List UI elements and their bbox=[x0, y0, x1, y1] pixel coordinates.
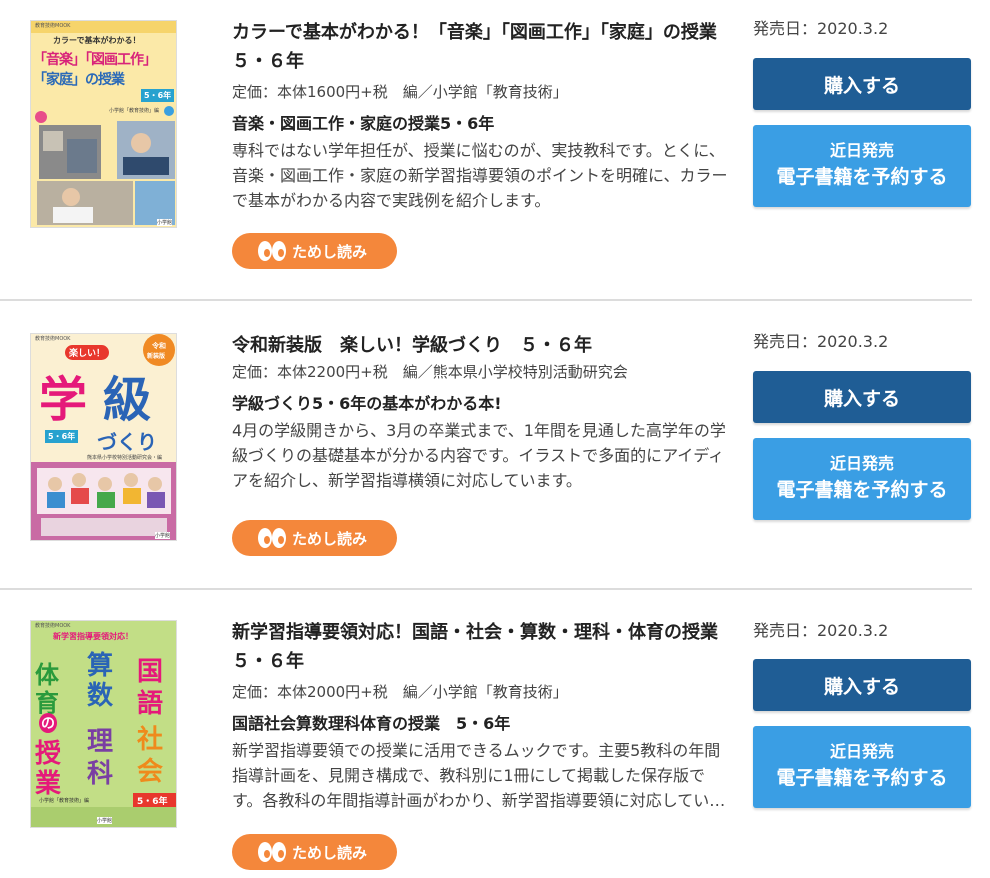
cover-char-kai: 会 bbox=[137, 757, 164, 787]
trial-read-label: ためし読み bbox=[292, 242, 368, 261]
cover-series: 教育技術MOOK bbox=[35, 336, 71, 342]
cover-char-ka: 科 bbox=[87, 759, 114, 789]
book-price: 定価：本体2200円+税 編／熊本県小学校特別活動研究会 bbox=[232, 363, 628, 381]
cover-grade: 5・6年 bbox=[45, 430, 79, 443]
book-info: カラーで基本がわかる！「音楽」「図画工作」「家庭」の授業５・６年 定価：本体16… bbox=[232, 18, 732, 213]
eyes-icon bbox=[258, 842, 286, 862]
book-actions: 発売日：2020.3.2 購入する 近日発売 電子書籍を予約する bbox=[753, 331, 971, 520]
book-info: 令和新装版 楽しい！学級づくり ５・６年 定価：本体2200円+税 編／熊本県小… bbox=[232, 331, 732, 493]
book-title[interactable]: 令和新装版 楽しい！学級づくり ５・６年 bbox=[232, 331, 732, 360]
cover-publisher: 小学館 bbox=[157, 219, 173, 226]
book-title[interactable]: カラーで基本がわかる！「音楽」「図画工作」「家庭」の授業５・６年 bbox=[232, 18, 732, 76]
trial-read-button[interactable]: ためし読み bbox=[232, 520, 397, 556]
book-title[interactable]: 新学習指導要領対応！国語・社会・算数・理科・体育の授業５・６年 bbox=[232, 618, 732, 676]
ebook-reserve-button[interactable]: 近日発売 電子書籍を予約する bbox=[753, 438, 971, 520]
cover-series: 教育技術MOOK bbox=[35, 623, 71, 629]
book-subtitle: 音楽・図画工作・家庭の授業5・6年 bbox=[232, 114, 495, 133]
release-date: 発売日：2020.3.2 bbox=[753, 621, 889, 640]
divider bbox=[0, 299, 972, 301]
cover-badge-fun: 楽しい！ bbox=[65, 345, 110, 360]
cover-title-char-1: 学 bbox=[39, 372, 88, 428]
book-description: 専科ではない学年担任が、授業に悩むのが、実技教科です。とくに、音楽・図画工作・家… bbox=[232, 141, 728, 210]
book-actions: 発売日：2020.3.2 購入する 近日発売 電子書籍を予約する bbox=[753, 18, 971, 207]
book-cover-image[interactable]: 教育技術MOOK 新学習指導要領対応！ 体 育 算 数 国 語 の 授 業 理 … bbox=[30, 620, 177, 828]
cover-char-go: 語 bbox=[137, 689, 164, 719]
ebook-coming-soon: 近日発売 bbox=[829, 141, 894, 160]
book-subtitle: 学級づくり5・6年の基本がわかる本! bbox=[232, 394, 502, 413]
trial-read-label: ためし読み bbox=[292, 529, 368, 548]
cover-publisher: 小学館 bbox=[97, 817, 113, 824]
cover-title-char-2: 級 bbox=[103, 372, 152, 428]
release-date: 発売日：2020.3.2 bbox=[753, 19, 889, 38]
book-subtitle: 国語社会算数理科体育の授業 5・6年 bbox=[232, 714, 511, 733]
book-price: 定価：本体1600円+税 編／小学館「教育技術」 bbox=[232, 83, 568, 101]
cover-char-no: の bbox=[39, 713, 57, 733]
ebook-coming-soon: 近日発売 bbox=[829, 454, 894, 473]
eyes-icon bbox=[258, 241, 286, 261]
cover-series: 教育技術MOOK bbox=[35, 23, 71, 29]
book-actions: 発売日：2020.3.2 購入する 近日発売 電子書籍を予約する bbox=[753, 620, 971, 808]
cover-badge-new: 新装版 bbox=[147, 353, 166, 360]
trial-read-button[interactable]: ためし読み bbox=[232, 834, 397, 870]
cover-grade: 5・6年 bbox=[141, 89, 175, 102]
book-price: 定価：本体2000円+税 編／小学館「教育技術」 bbox=[232, 683, 568, 701]
cover-editor: 小学館「教育技術」編 bbox=[109, 108, 160, 114]
cover-title-line2: 「家庭」の授業 bbox=[33, 72, 125, 88]
ebook-reserve-label: 電子書籍を予約する bbox=[776, 479, 948, 501]
cover-grade: 5・6年 bbox=[137, 797, 168, 807]
book-info: 新学習指導要領対応！国語・社会・算数・理科・体育の授業５・６年 定価：本体200… bbox=[232, 618, 732, 813]
cover-tagline: 新学習指導要領対応！ bbox=[53, 632, 133, 641]
cover-tagline: カラーで基本がわかる！ bbox=[53, 36, 141, 45]
divider bbox=[0, 588, 972, 590]
cover-title-line1: 「音楽」「図画工作」 bbox=[33, 52, 157, 68]
ebook-coming-soon: 近日発売 bbox=[829, 742, 894, 761]
ebook-reserve-button[interactable]: 近日発売 電子書籍を予約する bbox=[753, 125, 971, 207]
book-cover-image[interactable]: 教育技術MOOK 楽しい！ 令和 新装版 学 級 5・6年 づくり 熊本県小学校… bbox=[30, 333, 177, 541]
cover-editor: 小学館「教育技術」編 bbox=[39, 798, 90, 804]
ebook-reserve-label: 電子書籍を予約する bbox=[776, 166, 948, 188]
cover-subtitle: づくり bbox=[97, 430, 157, 454]
ebook-reserve-button[interactable]: 近日発売 電子書籍を予約する bbox=[753, 726, 971, 808]
eyes-icon bbox=[258, 528, 286, 548]
cover-char-suu: 数 bbox=[87, 681, 114, 711]
trial-read-label: ためし読み bbox=[292, 843, 368, 862]
cover-char-gyo: 業 bbox=[35, 769, 62, 799]
book-description: 4月の学級開きから、3月の卒業式まで、1年間を見通した高学年の学級づくりの基礎基… bbox=[232, 421, 726, 490]
cover-editor: 熊本県小学校特別活動研究会・編 bbox=[87, 455, 163, 461]
buy-button[interactable]: 購入する bbox=[753, 58, 971, 110]
ebook-reserve-label: 電子書籍を予約する bbox=[776, 767, 948, 789]
cover-badge-reiwa: 令和 bbox=[152, 342, 166, 350]
book-description: 新学習指導要領での授業に活用できるムックです。主要5教科の年間指導計画を、見開き… bbox=[232, 741, 726, 810]
release-date: 発売日：2020.3.2 bbox=[753, 332, 889, 351]
buy-button[interactable]: 購入する bbox=[753, 659, 971, 711]
trial-read-button[interactable]: ためし読み bbox=[232, 233, 397, 269]
buy-button[interactable]: 購入する bbox=[753, 371, 971, 423]
cover-publisher: 小学館 bbox=[155, 532, 171, 539]
book-cover-image[interactable]: 教育技術MOOK カラーで基本がわかる！ 「音楽」「図画工作」 「家庭」の授業 … bbox=[30, 20, 177, 228]
